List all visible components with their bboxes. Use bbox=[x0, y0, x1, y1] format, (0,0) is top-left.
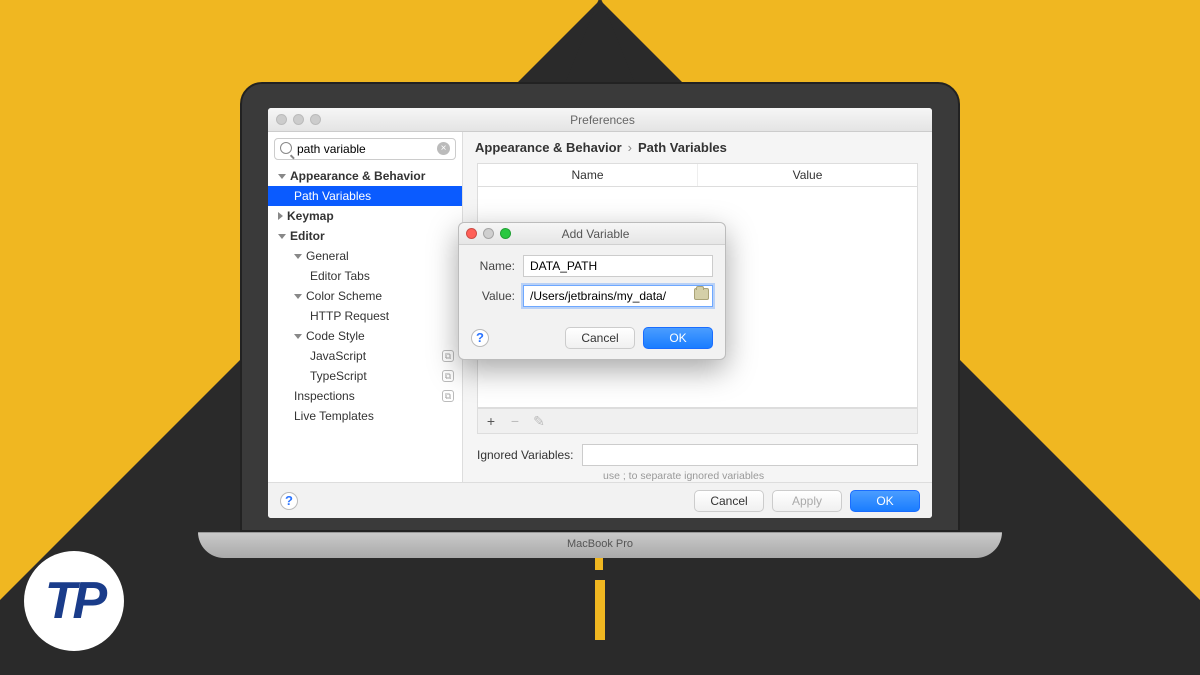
window-title: Preferences bbox=[281, 113, 924, 127]
preferences-window: Preferences × Appearance & Behavior Path … bbox=[268, 108, 932, 518]
sidebar-item-label: Live Templates bbox=[294, 409, 374, 423]
chevron-icon bbox=[294, 294, 302, 299]
settings-tree[interactable]: Appearance & Behavior Path Variables Keyma… bbox=[268, 166, 462, 482]
breadcrumb: Appearance & Behavior › Path Variables bbox=[463, 132, 932, 163]
add-button[interactable]: + bbox=[480, 411, 502, 431]
edit-button: ✎ bbox=[528, 411, 550, 431]
sidebar-item-keymap[interactable]: Keymap bbox=[268, 206, 462, 226]
search-input[interactable] bbox=[274, 138, 456, 160]
breadcrumb-page: Path Variables bbox=[638, 140, 727, 155]
scheme-badge-icon: ⧉ bbox=[442, 390, 454, 402]
sidebar-item-javascript[interactable]: JavaScript ⧉ bbox=[268, 346, 462, 366]
sidebar-item-label: Path Variables bbox=[294, 189, 371, 203]
table-toolbar: + − ✎ bbox=[477, 408, 918, 434]
ignored-label: Ignored Variables: bbox=[477, 448, 574, 462]
dialog-cancel-button[interactable]: Cancel bbox=[565, 327, 635, 349]
help-button[interactable]: ? bbox=[280, 492, 298, 510]
apply-button: Apply bbox=[772, 490, 842, 512]
sidebar-item-code-style[interactable]: Code Style bbox=[268, 326, 462, 346]
clear-search-icon[interactable]: × bbox=[437, 142, 450, 155]
search-icon bbox=[280, 142, 292, 154]
value-input[interactable] bbox=[523, 285, 713, 307]
ignored-row: Ignored Variables: bbox=[477, 444, 918, 466]
brand-logo: TP bbox=[24, 551, 124, 651]
sidebar-item-label: Code Style bbox=[306, 329, 365, 343]
chevron-right-icon: › bbox=[628, 140, 632, 155]
table-header: Name Value bbox=[477, 163, 918, 187]
sidebar-item-label: HTTP Request bbox=[310, 309, 389, 323]
laptop-base: MacBook Pro bbox=[198, 532, 1002, 558]
sidebar-item-label: Appearance & Behavior bbox=[290, 169, 425, 183]
folder-icon[interactable] bbox=[694, 288, 709, 300]
name-input[interactable] bbox=[523, 255, 713, 277]
chevron-icon bbox=[294, 334, 302, 339]
search-container: × bbox=[274, 138, 456, 160]
sidebar-item-path-variables[interactable]: Path Variables bbox=[268, 186, 462, 206]
sidebar-item-http-request[interactable]: HTTP Request bbox=[268, 306, 462, 326]
sidebar-item-label: JavaScript bbox=[310, 349, 366, 363]
chevron-icon bbox=[294, 254, 302, 259]
value-label: Value: bbox=[471, 289, 515, 303]
col-value: Value bbox=[698, 164, 917, 186]
sidebar-item-label: Color Scheme bbox=[306, 289, 382, 303]
sidebar-item-general[interactable]: General bbox=[268, 246, 462, 266]
sidebar-item-live-templates[interactable]: Live Templates bbox=[268, 406, 462, 426]
sidebar-item-appearance-behavior[interactable]: Appearance & Behavior bbox=[268, 166, 462, 186]
sidebar: × Appearance & Behavior Path Variables Key… bbox=[268, 132, 463, 482]
sidebar-item-label: TypeScript bbox=[310, 369, 367, 383]
add-variable-dialog: Add Variable Name: Value: bbox=[458, 222, 726, 360]
ignored-hint: use ; to separate ignored variables bbox=[603, 470, 918, 482]
sidebar-item-label: General bbox=[306, 249, 349, 263]
remove-button: − bbox=[504, 411, 526, 431]
chevron-icon bbox=[278, 234, 286, 239]
ok-button[interactable]: OK bbox=[850, 490, 920, 512]
chevron-icon bbox=[278, 174, 286, 179]
scheme-badge-icon: ⧉ bbox=[442, 370, 454, 382]
dialog-titlebar: Add Variable bbox=[459, 223, 725, 245]
sidebar-item-label: Inspections bbox=[294, 389, 355, 403]
name-label: Name: bbox=[471, 259, 515, 273]
breadcrumb-group: Appearance & Behavior bbox=[475, 140, 622, 155]
dialog-ok-button[interactable]: OK bbox=[643, 327, 713, 349]
chevron-icon bbox=[278, 212, 283, 220]
window-titlebar: Preferences bbox=[268, 108, 932, 132]
cancel-button[interactable]: Cancel bbox=[694, 490, 764, 512]
sidebar-item-color-scheme[interactable]: Color Scheme bbox=[268, 286, 462, 306]
sidebar-item-editor-tabs[interactable]: Editor Tabs bbox=[268, 266, 462, 286]
ignored-input[interactable] bbox=[582, 444, 918, 466]
sidebar-item-label: Editor Tabs bbox=[310, 269, 370, 283]
col-name: Name bbox=[478, 164, 698, 186]
dialog-title: Add Variable bbox=[473, 227, 718, 241]
sidebar-item-label: Keymap bbox=[287, 209, 334, 223]
sidebar-item-inspections[interactable]: Inspections ⧉ bbox=[268, 386, 462, 406]
sidebar-item-typescript[interactable]: TypeScript ⧉ bbox=[268, 366, 462, 386]
sidebar-item-label: Editor bbox=[290, 229, 325, 243]
sidebar-item-editor[interactable]: Editor bbox=[268, 226, 462, 246]
scheme-badge-icon: ⧉ bbox=[442, 350, 454, 362]
dialog-help-button[interactable]: ? bbox=[471, 329, 489, 347]
laptop-frame: Preferences × Appearance & Behavior Path … bbox=[240, 82, 960, 558]
window-footer: ? Cancel Apply OK bbox=[268, 482, 932, 518]
